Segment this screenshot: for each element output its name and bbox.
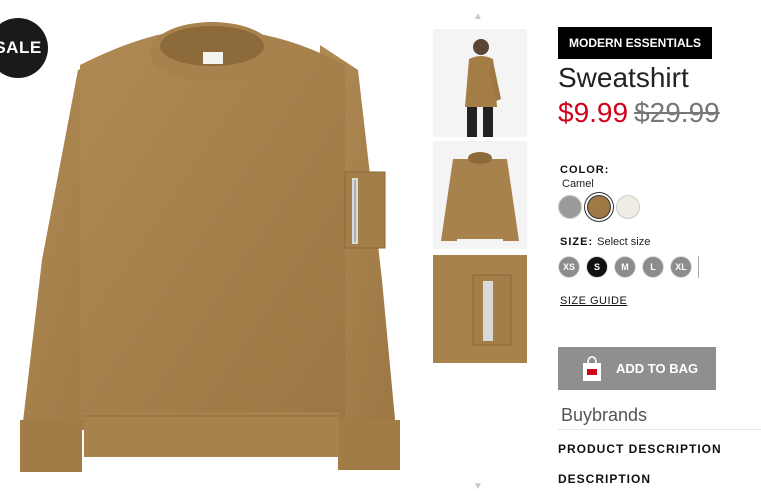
collection-tag: MODERN ESSENTIALS — [558, 27, 713, 59]
description-heading[interactable]: DESCRIPTION — [558, 472, 651, 486]
size-divider — [698, 256, 699, 278]
thumbnail-model[interactable] — [433, 29, 527, 137]
price-row: $9.99 $29.99 — [558, 97, 720, 129]
add-to-bag-button[interactable]: ADD TO BAG — [558, 347, 716, 390]
color-label: COLOR: — [560, 164, 610, 176]
size-label-row: SIZE: Select size — [560, 236, 650, 248]
main-product-image[interactable] — [0, 0, 420, 492]
product-title: Sweatshirt — [558, 62, 689, 93]
size-xl[interactable]: XL — [670, 256, 692, 278]
swatch-grey[interactable] — [558, 195, 582, 219]
thumbnail-strip: ▲ ▼ — [433, 8, 527, 492]
chevron-down-icon[interactable]: ▼ — [473, 482, 483, 492]
size-guide-link[interactable]: SIZE GUIDE — [560, 295, 627, 307]
thumbnail-front[interactable] — [433, 141, 527, 249]
chevron-up-icon[interactable]: ▲ — [473, 12, 483, 22]
brand-name: Buybrands — [561, 405, 648, 425]
size-xs[interactable]: XS — [558, 256, 580, 278]
size-m[interactable]: M — [614, 256, 636, 278]
add-to-bag-label: ADD TO BAG — [616, 361, 699, 376]
swatch-cream[interactable] — [616, 195, 640, 219]
size-options: XS S M L XL — [558, 256, 699, 278]
size-label: SIZE: — [560, 236, 594, 248]
size-s[interactable]: S — [586, 256, 608, 278]
original-price: $29.99 — [634, 97, 720, 128]
size-hint: Select size — [597, 236, 651, 248]
thumbnail-detail[interactable] — [433, 255, 527, 363]
color-name: Camel — [562, 178, 594, 190]
swatch-camel[interactable] — [587, 195, 611, 219]
shopping-bag-icon — [583, 355, 601, 381]
size-l[interactable]: L — [642, 256, 664, 278]
divider — [558, 429, 761, 430]
product-description-heading[interactable]: PRODUCT DESCRIPTION — [558, 442, 722, 456]
sale-price: $9.99 — [558, 97, 629, 128]
color-swatches — [558, 195, 640, 219]
